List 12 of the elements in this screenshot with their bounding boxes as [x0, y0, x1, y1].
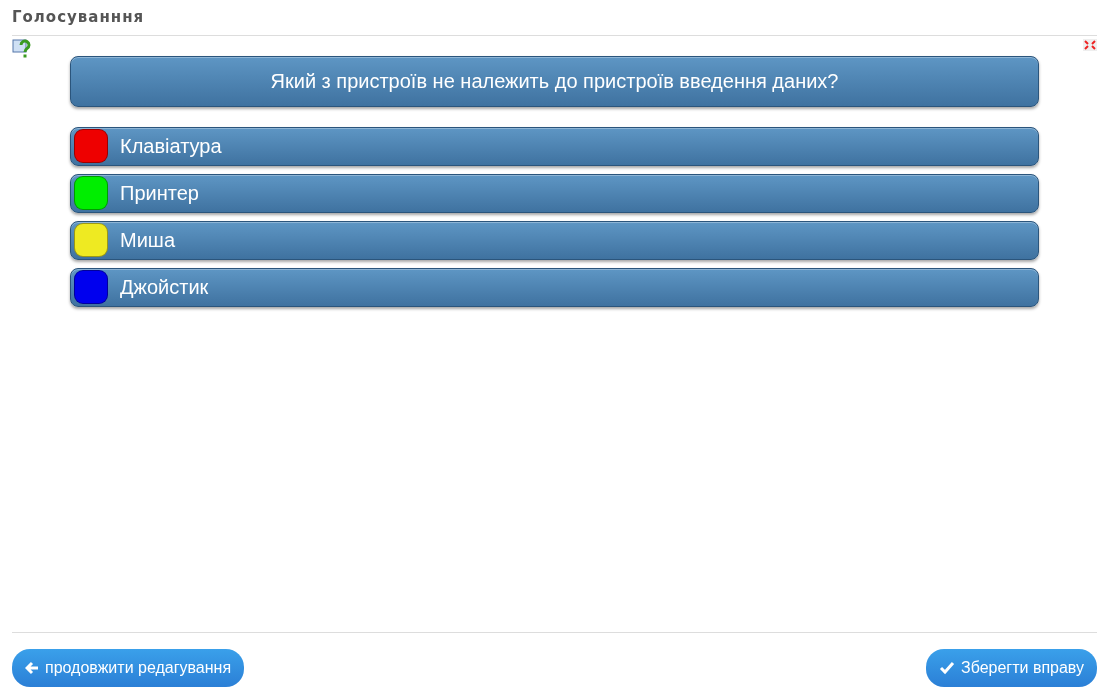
- arrow-left-icon: [25, 661, 39, 675]
- check-icon: [939, 661, 955, 675]
- continue-editing-button[interactable]: продовжити редагування: [12, 649, 245, 687]
- page-title: Голосуванння: [12, 6, 1097, 36]
- question-bar: Який з пристроїв не належить до пристроїв введення даних?: [70, 55, 1039, 107]
- answer-option[interactable]: Принтер: [70, 173, 1039, 213]
- help-icon[interactable]: [12, 38, 33, 59]
- answer-option[interactable]: Джойстик: [70, 267, 1039, 307]
- answer-option[interactable]: Миша: [70, 220, 1039, 260]
- answer-option[interactable]: Клавіатура: [70, 126, 1039, 166]
- save-exercise-button[interactable]: Зберегти вправу: [926, 649, 1097, 687]
- fullscreen-icon[interactable]: [1083, 38, 1097, 51]
